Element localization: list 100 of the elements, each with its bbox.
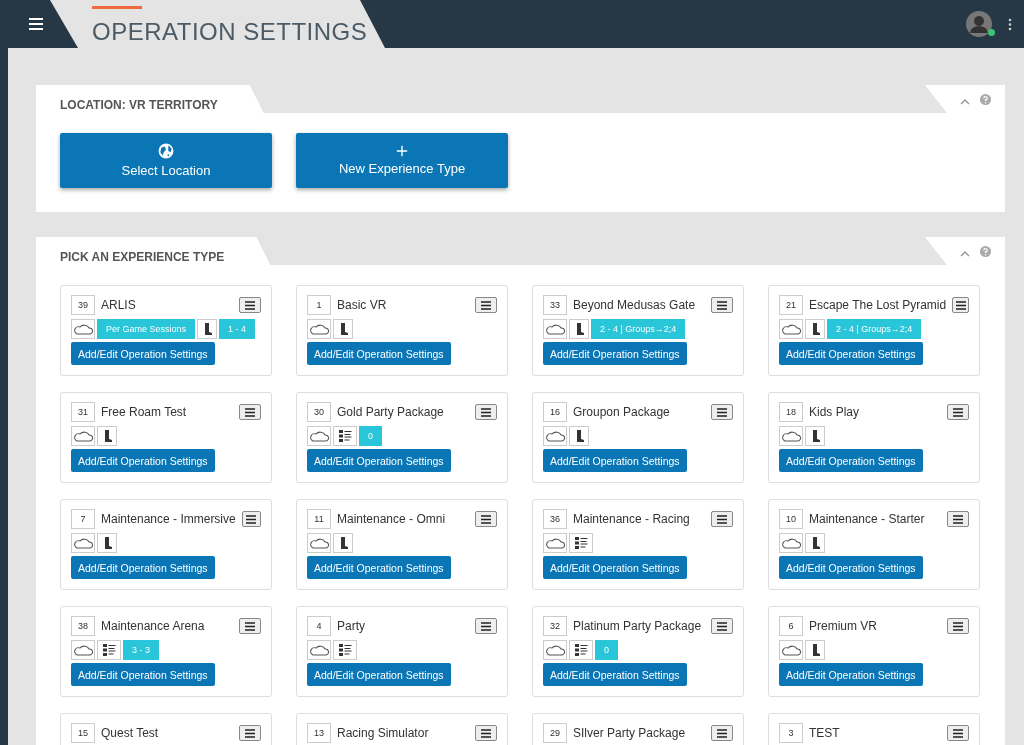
- collapse-icon[interactable]: [960, 98, 970, 105]
- cloud-icon: [781, 536, 801, 550]
- id-field: 3: [779, 723, 803, 743]
- edit-settings-button[interactable]: Add/Edit Operation Settings: [307, 342, 451, 365]
- options-button[interactable]: [952, 297, 969, 313]
- experience-name: ARLIS: [101, 298, 137, 312]
- menu-icon: [244, 299, 256, 311]
- id-field: 32: [543, 616, 567, 636]
- menu-icon: [245, 513, 258, 525]
- id-field: 39: [71, 295, 95, 315]
- edit-settings-button[interactable]: Add/Edit Operation Settings: [543, 556, 687, 579]
- edit-settings-button[interactable]: Add/Edit Operation Settings: [71, 663, 215, 686]
- options-button[interactable]: [947, 618, 969, 634]
- experience-name: Basic VR: [337, 298, 388, 312]
- edit-settings-button[interactable]: Add/Edit Operation Settings: [779, 556, 923, 579]
- options-button[interactable]: [947, 511, 969, 527]
- panel-title: LOCATION: VR TERRITORY: [36, 85, 264, 113]
- options-button[interactable]: [947, 404, 969, 420]
- options-button[interactable]: [239, 404, 261, 420]
- avatar-icon[interactable]: [966, 11, 992, 37]
- menu-icon: [954, 299, 967, 311]
- edit-settings-button[interactable]: Add/Edit Operation Settings: [543, 449, 687, 472]
- tag-badge: 3 - 3: [123, 640, 159, 660]
- id-field: 30: [307, 402, 331, 422]
- experience-name: Free Roam Test: [101, 405, 188, 419]
- tag-badge: 0: [595, 640, 618, 660]
- options-button[interactable]: [475, 511, 497, 527]
- tag-badge: 2 - 4 | Groups→2;4: [827, 319, 922, 339]
- edit-settings-button[interactable]: Add/Edit Operation Settings: [779, 449, 923, 472]
- options-button[interactable]: [475, 297, 497, 313]
- menu-icon: [28, 16, 44, 32]
- cloud-icon: [73, 429, 93, 443]
- cloud-icon: [545, 536, 565, 550]
- experience-name: Escape The Lost Pyramid: [809, 298, 947, 312]
- id-field: 18: [779, 402, 803, 422]
- menu-icon: [480, 727, 492, 739]
- menu-icon: [244, 406, 256, 418]
- edit-settings-button[interactable]: Add/Edit Operation Settings: [543, 663, 687, 686]
- experience-name: Platinum Party Package: [573, 619, 703, 633]
- id-field: 1: [307, 295, 331, 315]
- id-field: 7: [71, 509, 95, 529]
- action-button[interactable]: Select Location: [60, 133, 272, 188]
- more-options-icon[interactable]: [1008, 17, 1012, 31]
- edit-settings-button[interactable]: Add/Edit Operation Settings: [307, 449, 451, 472]
- menu-icon: [952, 620, 964, 632]
- options-button[interactable]: [711, 725, 733, 741]
- experience-name: SIlver Party Package: [573, 726, 687, 740]
- menu-icon: [480, 620, 492, 632]
- options-button[interactable]: [241, 511, 261, 527]
- edit-settings-button[interactable]: Add/Edit Operation Settings: [71, 449, 215, 472]
- id-field: 11: [307, 509, 331, 529]
- menu-icon: [952, 727, 964, 739]
- experience-name: Party: [337, 619, 366, 633]
- cloud-icon: [781, 429, 801, 443]
- list-icon: [338, 429, 352, 443]
- edit-settings-button[interactable]: Add/Edit Operation Settings: [71, 556, 215, 579]
- action-button[interactable]: New Experience Type: [296, 133, 508, 188]
- cloud-icon: [545, 322, 565, 336]
- options-button[interactable]: [711, 297, 733, 313]
- id-field: 29: [543, 723, 567, 743]
- id-field: 6: [779, 616, 803, 636]
- options-button[interactable]: [475, 404, 497, 420]
- cloud-icon: [781, 643, 801, 657]
- menu-icon: [244, 727, 256, 739]
- cloud-icon: [309, 536, 329, 550]
- experience-name: Quest Test: [101, 726, 160, 740]
- edit-settings-button[interactable]: Add/Edit Operation Settings: [307, 556, 451, 579]
- options-button[interactable]: [711, 404, 733, 420]
- edit-settings-button[interactable]: Add/Edit Operation Settings: [307, 663, 451, 686]
- edit-settings-button[interactable]: Add/Edit Operation Settings: [779, 342, 923, 365]
- menu-icon: [244, 620, 256, 632]
- id-field: 10: [779, 509, 803, 529]
- menu-icon: [716, 299, 728, 311]
- globe-icon: [158, 143, 174, 159]
- edit-settings-button[interactable]: Add/Edit Operation Settings: [71, 342, 215, 365]
- options-button[interactable]: [239, 725, 261, 741]
- menu-icon: [716, 513, 728, 525]
- options-button[interactable]: [947, 725, 969, 741]
- collapse-icon[interactable]: [960, 250, 970, 257]
- options-button[interactable]: [239, 297, 261, 313]
- id-field: 16: [543, 402, 567, 422]
- menu-icon: [952, 406, 964, 418]
- id-field: 33: [543, 295, 567, 315]
- options-button[interactable]: [239, 618, 261, 634]
- list-icon: [102, 643, 116, 657]
- menu-icon: [952, 513, 964, 525]
- id-field: 31: [71, 402, 95, 422]
- cloud-icon: [73, 322, 93, 336]
- edit-settings-button[interactable]: Add/Edit Operation Settings: [779, 663, 923, 686]
- options-button[interactable]: [475, 725, 497, 741]
- cloud-icon: [309, 429, 329, 443]
- menu-icon: [716, 727, 728, 739]
- edit-settings-button[interactable]: Add/Edit Operation Settings: [543, 342, 687, 365]
- cloud-icon: [309, 322, 329, 336]
- options-button[interactable]: [475, 618, 497, 634]
- cloud-icon: [309, 643, 329, 657]
- options-button[interactable]: [711, 618, 733, 634]
- id-field: 4: [307, 616, 331, 636]
- experience-name: Kids Play: [809, 405, 861, 419]
- options-button[interactable]: [711, 511, 733, 527]
